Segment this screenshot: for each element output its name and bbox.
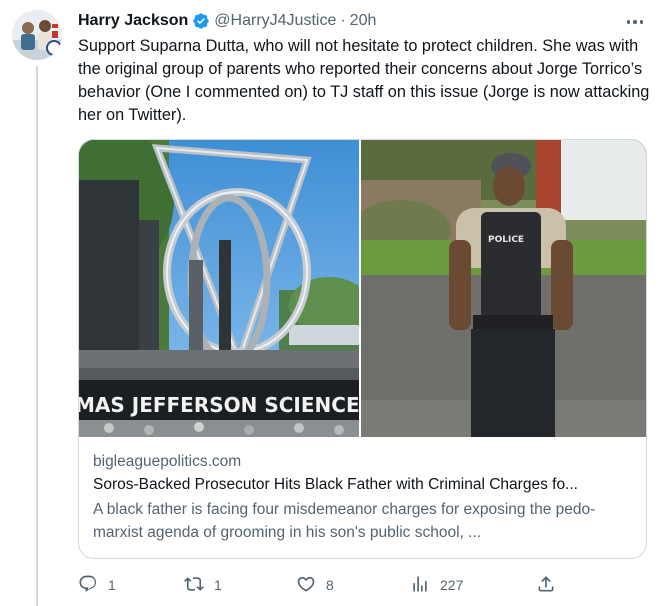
reply-count: 1	[108, 577, 116, 593]
reply-button[interactable]: 1	[78, 570, 116, 600]
like-button[interactable]: 8	[296, 570, 334, 600]
tweet-text: Support Suparna Dutta, who will not hesi…	[78, 37, 650, 124]
tweet-actions: 1 1 8 227	[78, 570, 650, 600]
views-button[interactable]: 227	[410, 570, 463, 600]
author-handle[interactable]: @HarryJ4Justice	[214, 12, 336, 30]
card-domain: bigleaguepolitics.com	[93, 453, 242, 470]
avatar-image	[12, 10, 62, 60]
police-officer-image: POLICE	[361, 140, 646, 437]
more-options-icon[interactable]	[620, 12, 650, 32]
verified-badge-icon	[192, 12, 210, 30]
like-count: 8	[326, 577, 334, 593]
share-button[interactable]	[536, 570, 556, 600]
school-sign-image: MAS JEFFERSON SCIENCE	[79, 140, 359, 437]
views-count: 227	[440, 577, 464, 593]
card-info: bigleaguepolitics.com Soros-Backed Prose…	[93, 451, 633, 544]
sign-text: MAS JEFFERSON SCIENCE	[79, 393, 359, 417]
retweet-button[interactable]: 1	[184, 570, 222, 600]
card-media: MAS JEFFERSON SCIENCE POLICE	[79, 140, 646, 437]
retweet-icon	[184, 574, 204, 597]
share-icon	[536, 574, 556, 597]
police-badge-text: POLICE	[488, 235, 524, 245]
tweet-header: Harry Jackson @HarryJ4Justice · 20h	[78, 10, 376, 32]
link-card[interactable]: MAS JEFFERSON SCIENCE POLICE bigleaguepo…	[78, 139, 647, 559]
retweet-count: 1	[214, 577, 222, 593]
reply-icon	[78, 574, 98, 597]
separator-dot: ·	[340, 12, 346, 29]
thread-line	[36, 66, 38, 606]
card-title: Soros-Backed Prosecutor Hits Black Fathe…	[93, 476, 578, 493]
tweet-timestamp[interactable]: 20h	[350, 12, 377, 30]
avatar[interactable]	[12, 10, 62, 60]
views-icon	[410, 574, 430, 597]
author-name[interactable]: Harry Jackson	[78, 12, 188, 30]
card-description: A black father is facing four misdemeano…	[93, 501, 596, 541]
heart-icon	[296, 574, 316, 597]
